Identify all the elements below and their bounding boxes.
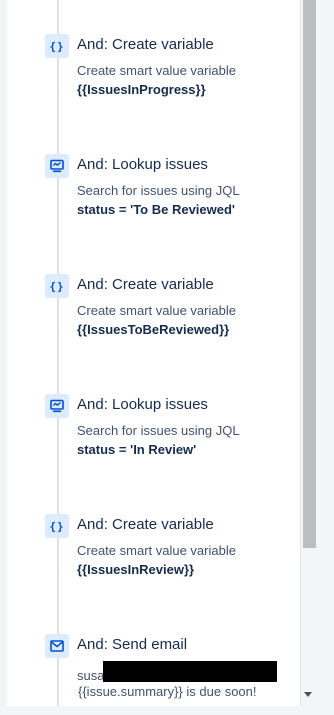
step-description: Create smart value variable {{IssuesToBe… <box>77 301 236 339</box>
braces-icon: {} <box>45 514 69 538</box>
step-desc-text: Search for issues using JQL <box>77 183 240 198</box>
braces-icon: {} <box>45 274 69 298</box>
step-create-variable[interactable]: {} And: Create variable Create smart val… <box>45 274 295 346</box>
step-title: And: Create variable <box>77 36 214 53</box>
step-lookup-issues[interactable]: And: Lookup issues Search for issues usi… <box>45 394 295 466</box>
step-detail: {{IssuesInProgress}} <box>77 82 206 97</box>
scrollbar-thumb[interactable] <box>303 0 316 548</box>
step-detail: {{IssuesToBeReviewed}} <box>77 322 230 337</box>
redacted-region <box>103 661 277 682</box>
step-detail: status = 'In Review' <box>77 442 197 457</box>
bottom-edge <box>0 706 334 715</box>
step-title: And: Create variable <box>77 516 214 533</box>
email-recipient: susa <box>77 668 105 683</box>
step-description: Create smart value variable {{IssuesInPr… <box>77 61 236 99</box>
scroll-down-arrow-icon[interactable] <box>304 692 312 697</box>
step-description: Search for issues using JQL status = 'To… <box>77 181 240 219</box>
step-title: And: Send email <box>77 636 188 653</box>
step-description: Search for issues using JQL status = 'In… <box>77 421 240 459</box>
step-description: Create smart value variable {{IssuesInRe… <box>77 541 236 579</box>
step-detail: status = 'To Be Reviewed' <box>77 202 236 217</box>
lookup-icon <box>45 394 69 418</box>
step-desc-text: Create smart value variable <box>77 63 236 78</box>
lookup-icon <box>45 154 69 178</box>
step-title: And: Lookup issues <box>77 156 208 173</box>
step-desc-text: Create smart value variable <box>77 303 236 318</box>
step-detail: {{IssuesInReview}} <box>77 562 195 577</box>
step-create-variable[interactable]: {} And: Create variable Create smart val… <box>45 514 295 586</box>
email-icon <box>45 634 69 658</box>
step-description: susa <box>77 666 104 685</box>
email-subject: {{issue.summary}} is due soon! <box>78 684 257 699</box>
step-desc-text: Create smart value variable <box>77 543 236 558</box>
step-title: And: Create variable <box>77 276 214 293</box>
step-lookup-issues[interactable]: And: Lookup issues Search for issues usi… <box>45 154 295 226</box>
step-title: And: Lookup issues <box>77 396 208 413</box>
step-connector-line <box>57 0 59 715</box>
step-create-variable[interactable]: {} And: Create variable Create smart val… <box>45 34 295 106</box>
step-desc-text: Search for issues using JQL <box>77 423 240 438</box>
braces-icon: {} <box>45 34 69 58</box>
